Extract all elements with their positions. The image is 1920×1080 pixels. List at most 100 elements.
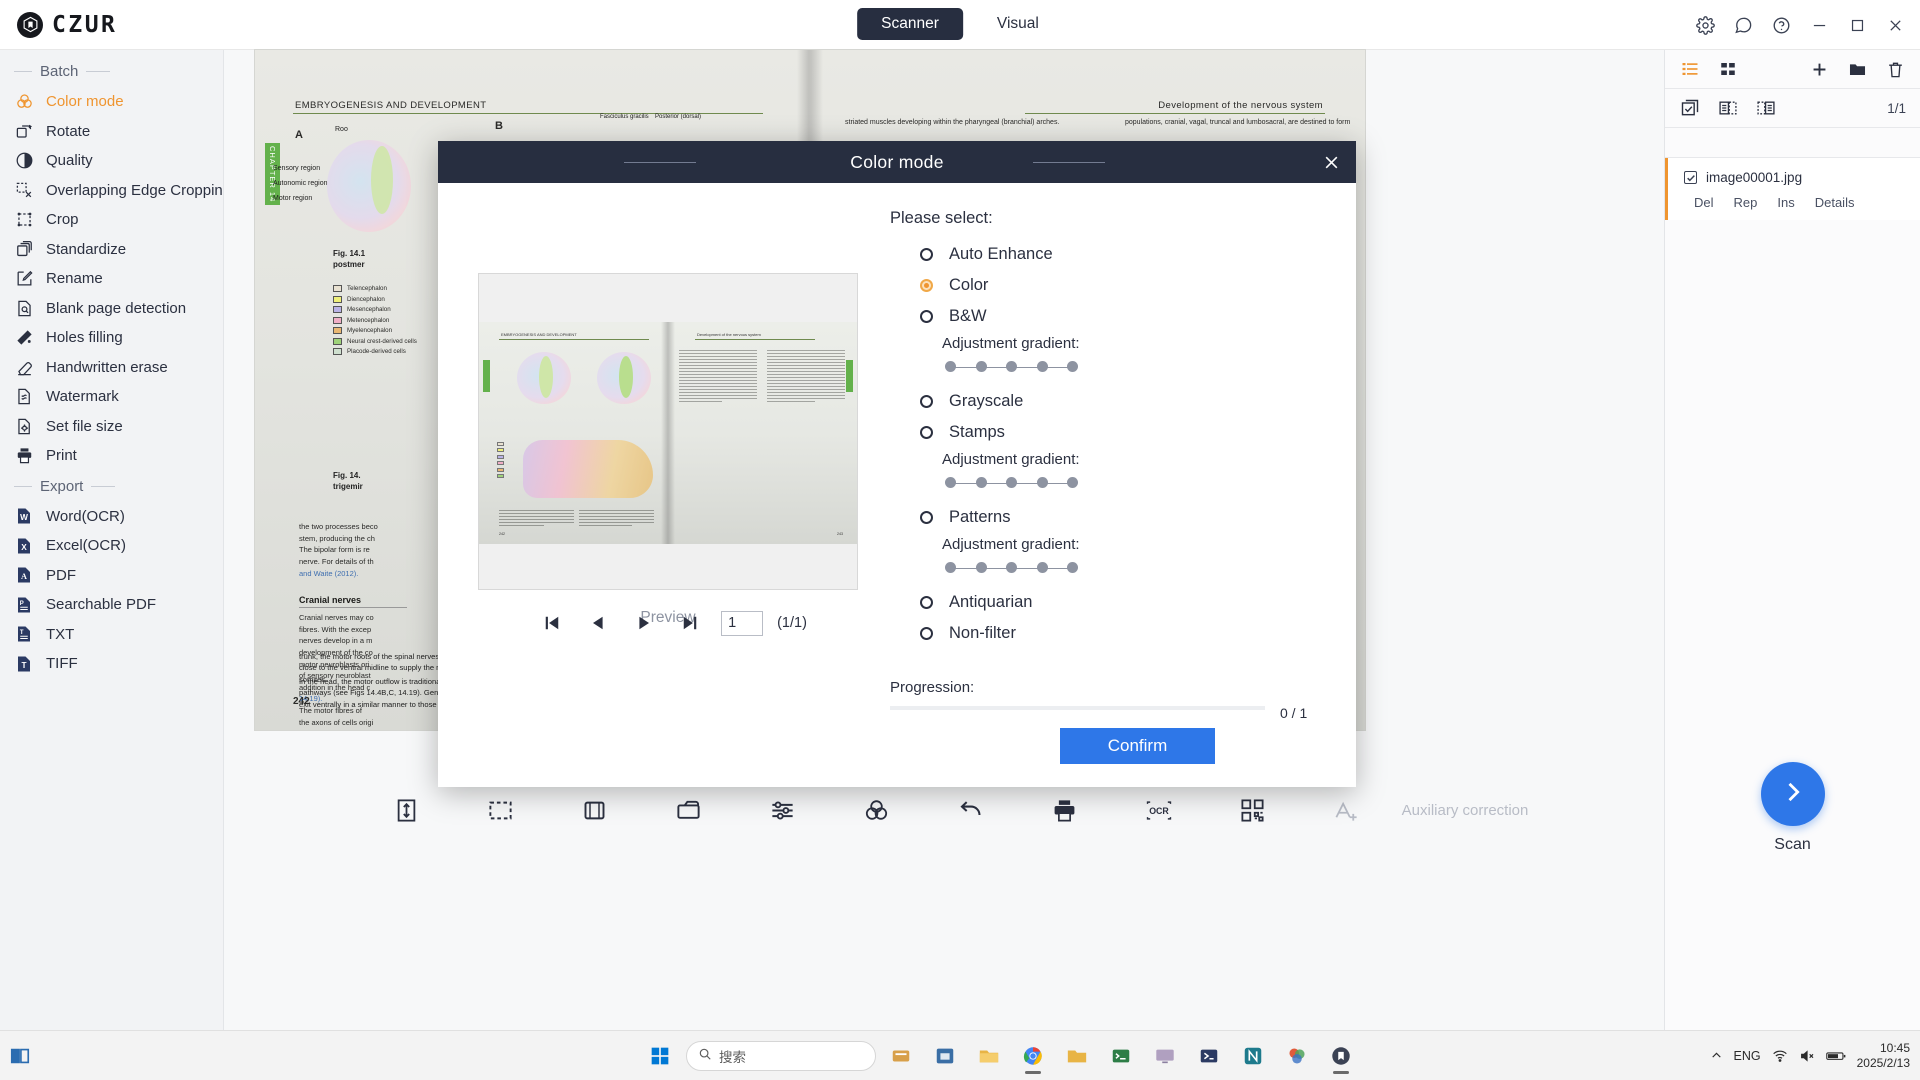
file-action-del[interactable]: Del bbox=[1694, 195, 1714, 210]
gradient-step-4[interactable] bbox=[1036, 562, 1048, 573]
sidebar-item-word-ocr[interactable]: W Word(OCR) bbox=[0, 502, 223, 532]
taskbar-notion-icon[interactable] bbox=[1234, 1037, 1272, 1075]
taskbar-monitor-icon[interactable] bbox=[1146, 1037, 1184, 1075]
gradient-step-3[interactable] bbox=[1006, 361, 1017, 372]
sidebar-item-overlapping-edge-cropping[interactable]: Overlapping Edge Cropping bbox=[0, 176, 223, 206]
prev-icon[interactable] bbox=[575, 600, 621, 646]
plus-icon[interactable] bbox=[1808, 58, 1830, 80]
sidebar-item-blank-page-detection[interactable]: Blank page detection bbox=[0, 294, 223, 324]
taskbar-chrome-icon[interactable] bbox=[1014, 1037, 1052, 1075]
preview-frame[interactable]: EMBRYOGENESIS AND DEVELOPMENT Developmen… bbox=[478, 273, 858, 590]
trash-icon[interactable] bbox=[1884, 58, 1906, 80]
radio-icon[interactable] bbox=[920, 248, 933, 261]
sidebar-item-excel-ocr[interactable]: X Excel(OCR) bbox=[0, 531, 223, 561]
gradient-step-2[interactable] bbox=[975, 361, 987, 372]
sidebar-item-searchable-pdf[interactable]: P Searchable PDF bbox=[0, 590, 223, 620]
sliders-icon[interactable] bbox=[751, 778, 815, 842]
gradient-step-5[interactable] bbox=[1067, 477, 1078, 488]
radio-icon[interactable] bbox=[920, 426, 933, 439]
option-color[interactable]: Color bbox=[890, 270, 1330, 301]
gradient-step-1[interactable] bbox=[945, 361, 956, 372]
option-auto-enhance[interactable]: Auto Enhance bbox=[890, 239, 1330, 270]
select-even-icon[interactable] bbox=[1755, 97, 1777, 119]
taskbar-colors-icon[interactable] bbox=[1278, 1037, 1316, 1075]
select-all-icon[interactable] bbox=[1679, 97, 1701, 119]
taskbar-powershell-icon[interactable] bbox=[1190, 1037, 1228, 1075]
radio-icon[interactable] bbox=[920, 627, 933, 640]
select-odd-icon[interactable] bbox=[1717, 97, 1739, 119]
gradient-step-2[interactable] bbox=[975, 562, 987, 573]
scan-button[interactable] bbox=[1760, 762, 1825, 826]
gradient-step-5[interactable] bbox=[1067, 361, 1078, 372]
radio-icon-selected[interactable] bbox=[920, 279, 933, 292]
sidebar-item-rename[interactable]: Rename bbox=[0, 264, 223, 294]
dashed-rect-icon[interactable] bbox=[469, 778, 533, 842]
gradient-step-3[interactable] bbox=[1006, 562, 1017, 573]
option-non-filter[interactable]: Non-filter bbox=[890, 618, 1330, 649]
volume-mute-icon[interactable] bbox=[1799, 1048, 1815, 1064]
taskbar-terminal-icon[interactable] bbox=[1102, 1037, 1140, 1075]
undo-arrow-icon[interactable] bbox=[939, 778, 1003, 842]
sidebar-item-watermark[interactable]: Watermark bbox=[0, 382, 223, 412]
close-icon[interactable] bbox=[1876, 6, 1914, 44]
ocr-icon[interactable]: OCR bbox=[1127, 778, 1191, 842]
gradient-step-5[interactable] bbox=[1067, 562, 1078, 573]
windows-start-icon[interactable] bbox=[640, 1036, 680, 1076]
file-action-rep[interactable]: Rep bbox=[1734, 195, 1758, 210]
gradient-slider-stamps[interactable] bbox=[945, 477, 1079, 489]
language-indicator[interactable]: ENG bbox=[1734, 1049, 1761, 1063]
crop-icon[interactable] bbox=[563, 778, 627, 842]
battery-icon[interactable] bbox=[1825, 1049, 1846, 1063]
gradient-step-2[interactable] bbox=[975, 477, 987, 488]
file-checkbox[interactable] bbox=[1684, 171, 1697, 184]
sidebar-item-txt[interactable]: T TXT bbox=[0, 620, 223, 650]
taskbar-explorer-icon[interactable] bbox=[970, 1037, 1008, 1075]
taskbar-widget-icon[interactable] bbox=[882, 1037, 920, 1075]
question-circle-icon[interactable] bbox=[1762, 6, 1800, 44]
gradient-step-3[interactable] bbox=[1006, 477, 1017, 488]
sidebar-item-print[interactable]: Print bbox=[0, 441, 223, 471]
chat-icon[interactable] bbox=[1724, 6, 1762, 44]
taskbar-store-icon[interactable] bbox=[926, 1037, 964, 1075]
sidebar-item-standardize[interactable]: Standardize bbox=[0, 235, 223, 265]
option-stamps[interactable]: Stamps bbox=[890, 417, 1330, 448]
close-icon[interactable] bbox=[1318, 149, 1344, 175]
sidebar-item-set-file-size[interactable]: Set file size bbox=[0, 412, 223, 442]
sidebar-item-color-mode[interactable]: Color mode bbox=[0, 87, 223, 117]
sidebar-item-holes-filling[interactable]: Holes filling bbox=[0, 323, 223, 353]
radio-icon[interactable] bbox=[920, 310, 933, 323]
option-grayscale[interactable]: Grayscale bbox=[890, 386, 1330, 417]
next-icon[interactable] bbox=[621, 600, 667, 646]
skip-first-icon[interactable] bbox=[529, 600, 575, 646]
option-bw[interactable]: B&W bbox=[890, 301, 1330, 332]
gradient-slider-patterns[interactable] bbox=[945, 562, 1079, 574]
taskbar-folder-icon[interactable] bbox=[1058, 1037, 1096, 1075]
gradient-step-1[interactable] bbox=[945, 562, 956, 573]
radio-icon[interactable] bbox=[920, 395, 933, 408]
wifi-icon[interactable] bbox=[1772, 1048, 1788, 1064]
taskbar-search-box[interactable]: 搜索 bbox=[686, 1040, 876, 1071]
file-row[interactable]: image00001.jpg bbox=[1668, 170, 1920, 185]
task-view-icon[interactable] bbox=[1, 1037, 39, 1075]
maximize-icon[interactable] bbox=[1838, 6, 1876, 44]
radio-icon[interactable] bbox=[920, 511, 933, 524]
sidebar-item-crop[interactable]: Crop bbox=[0, 205, 223, 235]
color-circles-icon[interactable] bbox=[845, 778, 909, 842]
chevron-up-icon[interactable] bbox=[1710, 1049, 1723, 1062]
tab-scanner[interactable]: Scanner bbox=[857, 8, 963, 40]
rotate-page-icon[interactable] bbox=[657, 778, 721, 842]
file-list-item[interactable]: image00001.jpg Del Rep Ins Details bbox=[1665, 158, 1920, 220]
radio-icon[interactable] bbox=[920, 596, 933, 609]
option-patterns[interactable]: Patterns bbox=[890, 502, 1330, 533]
folder-icon[interactable] bbox=[1846, 58, 1868, 80]
fit-height-icon[interactable] bbox=[375, 778, 439, 842]
gradient-step-4[interactable] bbox=[1036, 361, 1048, 372]
gradient-step-4[interactable] bbox=[1036, 477, 1048, 488]
page-number-input[interactable] bbox=[721, 610, 764, 636]
sidebar-item-tiff[interactable]: T TIFF bbox=[0, 649, 223, 679]
option-antiquarian[interactable]: Antiquarian bbox=[890, 587, 1330, 618]
printer-icon[interactable] bbox=[1033, 778, 1097, 842]
sidebar-item-quality[interactable]: Quality bbox=[0, 146, 223, 176]
file-action-ins[interactable]: Ins bbox=[1777, 195, 1794, 210]
gradient-slider-bw[interactable] bbox=[945, 361, 1079, 373]
